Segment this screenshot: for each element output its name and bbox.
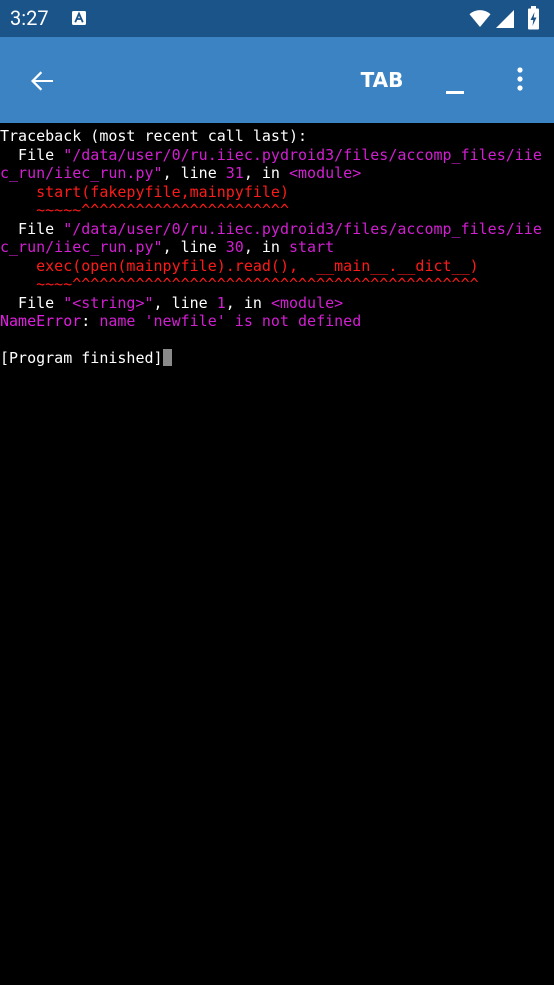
terminal-text-segment: Traceback (most recent call last): xyxy=(0,127,308,145)
terminal-line: File "<string>", line 1, in <module> xyxy=(0,294,542,313)
terminal-output[interactable]: Traceback (most recent call last): File … xyxy=(0,123,554,985)
status-icons xyxy=(469,6,544,30)
terminal-text-segment: (open(mainpyfile).read(), __main__.__dic… xyxy=(72,256,479,275)
terminal-line: ~~~~~^^^^^^^^^^^^^^^^^^^^^^^ xyxy=(0,201,542,220)
terminal-text-segment: c_run/iiec_run.py" xyxy=(0,164,163,182)
battery-charging-icon xyxy=(528,6,539,30)
terminal-text-segment: ^^^^^^^^^^^^^^^^^^^^^^^^^^^^^^^^^^^^^^^^… xyxy=(72,275,479,293)
terminal-line: exec(open(mainpyfile).read(), __main__._… xyxy=(0,257,542,276)
terminal-text-segment: : xyxy=(81,312,100,330)
status-bar: 3:27 xyxy=(0,0,554,37)
terminal-line: File "/data/user/0/ru.iiec.pydroid3/file… xyxy=(0,146,542,165)
terminal-text-segment: <module> xyxy=(289,164,362,182)
terminal-text-segment: <module> xyxy=(270,293,344,312)
cell-signal-icon xyxy=(496,10,514,28)
terminal-text-segment: [Program finished] xyxy=(0,349,163,367)
terminal-text-segment: , in xyxy=(243,238,289,256)
terminal-text-segment: File xyxy=(0,145,64,164)
terminal-line: [Program finished] xyxy=(0,349,542,368)
back-button[interactable] xyxy=(20,59,64,103)
underscore-button[interactable] xyxy=(434,61,478,105)
back-arrow-icon xyxy=(31,71,53,91)
terminal-text-segment: (fakepyfile,mainpyfile) xyxy=(81,182,289,201)
terminal-text-segment: File xyxy=(0,293,64,312)
terminal-text-segment: , line xyxy=(162,164,226,182)
terminal-text-segment: 31 xyxy=(225,164,244,182)
terminal-line: File "/data/user/0/ru.iiec.pydroid3/file… xyxy=(0,220,542,239)
terminal-text-segment: , line xyxy=(153,293,217,312)
terminal-text-segment: "/data/user/0/ru.iiec.pydroid3/files/acc… xyxy=(63,219,542,238)
more-vert-icon xyxy=(517,67,523,91)
terminal-text-segment: name 'newfile' is not defined xyxy=(99,312,362,330)
terminal-text-segment: start xyxy=(0,182,82,201)
tab-button[interactable]: TAB xyxy=(350,63,414,97)
terminal-text-segment: 1 xyxy=(216,293,226,312)
terminal-line: start(fakepyfile,mainpyfile) xyxy=(0,183,542,202)
wifi-icon xyxy=(469,10,491,27)
terminal-text-segment: start xyxy=(289,238,335,256)
terminal-text-segment: ~~~~ xyxy=(0,275,73,293)
terminal-text: Traceback (most recent call last): File … xyxy=(0,127,542,368)
terminal-text-segment: c_run/iiec_run.py" xyxy=(0,238,163,256)
terminal-line: Traceback (most recent call last): xyxy=(0,127,542,146)
app-bar: TAB xyxy=(0,37,554,123)
terminal-text-segment: , in xyxy=(225,293,271,312)
terminal-line: c_run/iiec_run.py", line 30, in start xyxy=(0,238,542,257)
terminal-text-segment: File xyxy=(0,219,64,238)
terminal-text-segment: "/data/user/0/ru.iiec.pydroid3/files/acc… xyxy=(63,145,542,164)
terminal-line: c_run/iiec_run.py", line 31, in <module> xyxy=(0,164,542,183)
status-time: 3:27 xyxy=(10,6,49,30)
terminal-line: NameError: name 'newfile' is not defined xyxy=(0,312,542,331)
terminal-text-segment: , in xyxy=(243,164,289,182)
a-notification-icon xyxy=(72,11,86,25)
terminal-text-segment: exec xyxy=(0,256,73,275)
terminal-cursor xyxy=(162,349,172,366)
terminal-text-segment: 30 xyxy=(225,238,244,256)
terminal-line: ~~~~^^^^^^^^^^^^^^^^^^^^^^^^^^^^^^^^^^^^… xyxy=(0,275,542,294)
terminal-text-segment: NameError xyxy=(0,312,82,330)
terminal-text-segment: ~~~~~ xyxy=(0,201,82,219)
terminal-text-segment: ^^^^^^^^^^^^^^^^^^^^^^^ xyxy=(81,201,289,219)
terminal-text-segment: , line xyxy=(162,238,226,256)
underscore-icon xyxy=(446,91,464,94)
terminal-text-segment: "<string>" xyxy=(63,293,154,312)
more-options-button[interactable] xyxy=(498,59,542,103)
